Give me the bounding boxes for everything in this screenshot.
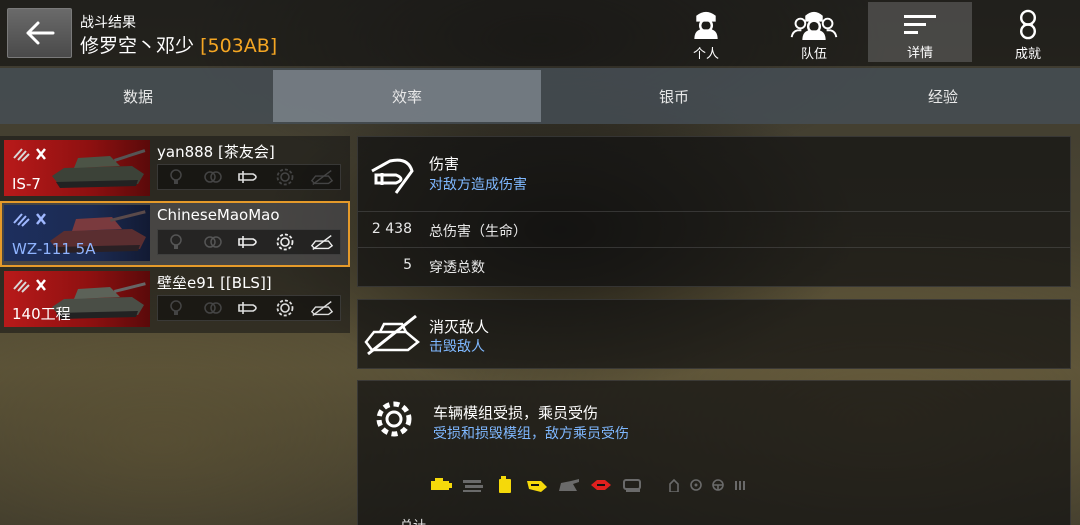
modules-panel: 车辆模组受损，乘员受伤 受损和损毁模组，敌方乘员受伤 (357, 380, 1071, 525)
stat-label: 穿透总数 (429, 260, 485, 276)
personal-icon (694, 11, 718, 40)
damage-title: 伤害 (429, 155, 460, 173)
tier-badge-icon (13, 279, 46, 293)
nav-team[interactable]: 队伍 (762, 0, 866, 62)
turret-icon (553, 475, 585, 495)
stat-row-total-damage: 2 438 总伤害（生命） (358, 211, 1070, 247)
damage-shell-icon (237, 298, 261, 318)
nav-personal-label: 个人 (692, 47, 719, 62)
player-name: yan888 [茶友会] (157, 143, 275, 161)
gunner-icon (685, 475, 707, 495)
achievement-badges (157, 164, 341, 190)
damage-shell-icon (237, 232, 261, 252)
clan-tag: [503AB] (200, 35, 278, 57)
destroyed-tank-icon (310, 167, 334, 187)
nav-team-label: 队伍 (800, 47, 827, 62)
module-gear-icon (273, 167, 297, 187)
tracks-icon (457, 475, 489, 495)
assist-icon (201, 298, 225, 318)
commander-icon (663, 475, 685, 495)
damage-shell-icon (371, 158, 414, 194)
tier-badge-icon (13, 148, 46, 162)
team-icon (790, 11, 838, 41)
top-bar: 战斗结果 修罗空丶邓少 [503AB] 个人 队伍 详情 成就 (0, 0, 1080, 66)
tab-efficiency[interactable]: 效率 (273, 70, 541, 122)
destroy-desc: 击毁敌人 (429, 339, 485, 355)
modules-title: 车辆模组受损，乘员受伤 (433, 404, 599, 422)
lightbulb-icon (164, 298, 188, 318)
gun-icon (521, 475, 553, 495)
tab-experience[interactable]: 经验 (809, 68, 1077, 124)
assist-icon (201, 167, 225, 187)
stat-value: 2 438 (371, 221, 412, 237)
medal-icon (1019, 9, 1037, 40)
nav-achievements-label: 成就 (1014, 47, 1041, 62)
destroy-panel: 消灭敌人 击毁敌人 (357, 299, 1071, 369)
stat-row-penetrations: 5 穿透总数 (358, 247, 1070, 283)
player-row[interactable]: IS-7 yan888 [茶友会] (0, 136, 350, 202)
loader-icon (729, 475, 751, 495)
arrow-left-icon (26, 21, 54, 45)
player-name: ChineseMaoMao (157, 206, 280, 224)
assist-icon (201, 232, 225, 252)
lightbulb-icon (164, 167, 188, 187)
player-name-header: 修罗空丶邓少 (80, 35, 195, 57)
tank-card: WZ-111 5A (4, 205, 150, 261)
nav-details[interactable]: 详情 (868, 2, 972, 62)
damage-desc: 对敌方造成伤害 (429, 177, 527, 193)
screen-subtitle: 战斗结果 (80, 15, 136, 31)
module-gear-icon (273, 232, 297, 252)
lightbulb-icon (164, 232, 188, 252)
stat-label: 总伤害（生命） (429, 224, 527, 240)
observation-icon (617, 475, 649, 495)
damage-panel: 伤害 对敌方造成伤害 2 438 总伤害（生命） 5 穿透总数 (357, 136, 1071, 287)
destroyed-tank-icon (310, 232, 334, 252)
modules-total-label: 总计 (400, 515, 426, 525)
tab-data[interactable]: 数据 (4, 68, 272, 124)
tank-name: 140工程 (12, 305, 71, 323)
achievement-badges (157, 229, 341, 255)
ammo-rack-icon (585, 475, 617, 495)
gear-icon (376, 401, 412, 437)
achievement-badges (157, 295, 341, 321)
damage-shell-icon (237, 167, 261, 187)
tab-silver[interactable]: 银币 (540, 68, 808, 124)
driver-icon (707, 475, 729, 495)
fuel-tank-icon (489, 475, 521, 495)
tank-card: 140工程 (4, 271, 150, 327)
nav-details-label: 详情 (906, 46, 933, 61)
tank-name: IS-7 (12, 175, 41, 193)
tank-name: WZ-111 5A (12, 240, 96, 258)
nav-achievements[interactable]: 成就 (976, 0, 1080, 62)
destroy-title: 消灭敌人 (429, 318, 490, 336)
details-icon (904, 15, 936, 34)
modules-desc: 受损和损毁模组，敌方乘员受伤 (433, 426, 629, 442)
player-title: 修罗空丶邓少 [503AB] (80, 31, 277, 58)
tank-card: IS-7 (4, 140, 150, 196)
back-button[interactable] (7, 8, 72, 58)
engine-icon (425, 475, 457, 495)
destroyed-tank-icon (310, 298, 334, 318)
destroyed-tank-icon (364, 314, 420, 356)
tank-image (52, 149, 146, 188)
module-gear-icon (273, 298, 297, 318)
nav-personal[interactable]: 个人 (654, 0, 758, 62)
stat-value: 5 (403, 257, 412, 273)
player-row[interactable]: 140工程 壁垒e91 [[BLS]] (0, 267, 350, 333)
player-name: 壁垒e91 [[BLS]] (157, 274, 272, 292)
tab-bar: 数据 效率 银币 经验 (0, 68, 1080, 124)
module-icons-row (425, 472, 751, 498)
player-row[interactable]: WZ-111 5A ChineseMaoMao (0, 201, 350, 267)
